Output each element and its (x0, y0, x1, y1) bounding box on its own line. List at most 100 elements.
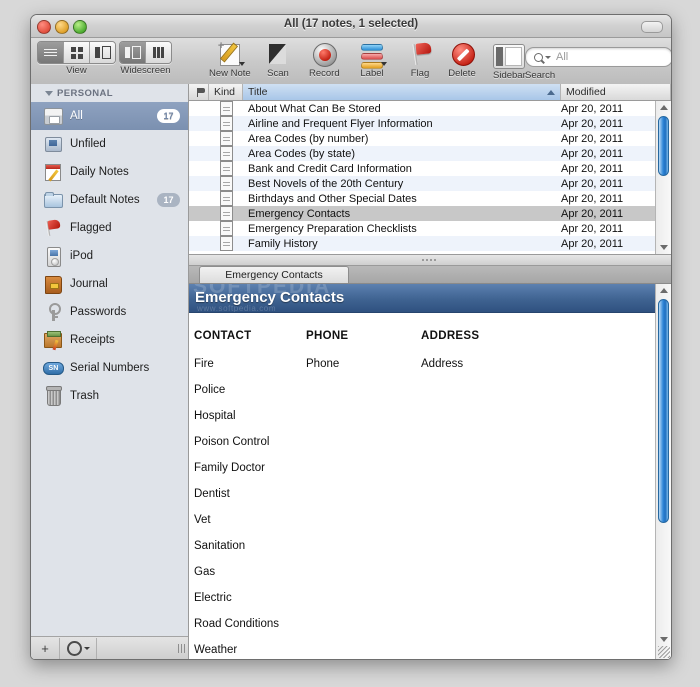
table-row[interactable]: Bank and Credit Card Information Apr 20,… (189, 161, 671, 176)
sidebar-item-label: Receipts (70, 334, 115, 346)
note-list-scrollbar[interactable] (655, 101, 671, 254)
scan-icon (263, 41, 293, 67)
note-table-row: Road Conditions (194, 611, 656, 637)
new-note-control[interactable]: + New Note (209, 41, 251, 80)
table-row[interactable]: Emergency Preparation Checklists Apr 20,… (189, 221, 671, 236)
note-document-icon (219, 146, 233, 161)
note-content[interactable]: CONTACT PHONE ADDRESS Fire Phone Address… (189, 313, 656, 659)
note-document-icon (219, 221, 233, 236)
note-title-banner: SOFTPEDIA Emergency Contacts www.softped… (189, 284, 671, 313)
label-control[interactable]: Label (357, 41, 387, 79)
window-resize-grip[interactable] (658, 646, 670, 658)
note-cell-contact: Electric (194, 592, 232, 604)
sidebar-item-journal[interactable]: Journal (31, 270, 188, 298)
row-modified-cell: Apr 20, 2011 (561, 237, 624, 250)
sidebar-resize-grip[interactable] (177, 643, 185, 653)
scroll-up-arrow[interactable] (656, 284, 671, 297)
keys-icon (43, 302, 63, 322)
delete-icon (447, 41, 477, 67)
sidebar-item-passwords[interactable]: Passwords (31, 298, 188, 326)
table-row[interactable]: Area Codes (by number) Apr 20, 2011 (189, 131, 671, 146)
row-title-cell: Best Novels of the 20th Century (248, 177, 404, 190)
plus-icon: + (41, 640, 49, 656)
sidebar-item-trash[interactable]: Trash (31, 382, 188, 410)
record-control[interactable]: Record (309, 41, 340, 79)
sidebar-item-serial-numbers[interactable]: SN Serial Numbers (31, 354, 188, 382)
table-row[interactable]: Birthdays and Other Special Dates Apr 20… (189, 191, 671, 206)
tab-emergency-contacts[interactable]: Emergency Contacts (199, 266, 349, 283)
flag-label: Flag (410, 68, 430, 79)
sidebar-item-label: iPod (70, 250, 94, 262)
scan-control[interactable]: Scan (263, 41, 293, 79)
serial-number-icon: SN (43, 358, 64, 378)
sidebar-actions-button[interactable] (60, 637, 97, 659)
row-kind-cell (209, 146, 243, 161)
view-columns-button[interactable] (90, 42, 115, 63)
horizontal-splitter[interactable] (189, 255, 671, 266)
column-header-title[interactable]: Title (243, 84, 561, 100)
search-control: All Search (525, 47, 671, 81)
sidebar-label: Sidebar (493, 70, 526, 81)
chevron-down-icon[interactable] (545, 55, 551, 59)
widescreen-segmented-control[interactable] (119, 41, 172, 64)
search-label: Search (525, 70, 556, 81)
row-modified-cell: Apr 20, 2011 (561, 102, 624, 115)
list-icon (44, 47, 57, 58)
sidebar-footer: + (31, 636, 188, 659)
sidebar-item-unfiled[interactable]: Unfiled (31, 130, 188, 158)
note-document-icon (219, 161, 233, 176)
table-row[interactable]: Family History Apr 20, 2011 (189, 236, 671, 251)
sidebar-item-default-notes[interactable]: Default Notes 17 (31, 186, 188, 214)
scroll-up-arrow[interactable] (656, 101, 671, 114)
scrollbar-thumb[interactable] (658, 299, 669, 523)
row-modified-cell: Apr 20, 2011 (561, 192, 624, 205)
column-header-kind[interactable]: Kind (209, 84, 243, 100)
view-list-button[interactable] (38, 42, 64, 63)
scroll-down-arrow[interactable] (656, 633, 671, 646)
scan-label: Scan (267, 68, 289, 79)
view-icons-button[interactable] (64, 42, 90, 63)
row-kind-cell (209, 131, 243, 146)
sidebar-item-flagged[interactable]: Flagged (31, 214, 188, 242)
table-row[interactable]: Best Novels of the 20th Century Apr 20, … (189, 176, 671, 191)
sidebar-item-daily-notes[interactable]: Daily Notes (31, 158, 188, 186)
note-cell-contact: Vet (194, 514, 211, 526)
sidebar-item-all[interactable]: All 17 (31, 102, 188, 130)
view-segmented-control[interactable] (37, 41, 116, 64)
note-table-row: Weather (194, 637, 656, 659)
toolbar-toggle-button[interactable] (641, 21, 663, 33)
label-icon (357, 41, 387, 69)
table-row-selected[interactable]: Emergency Contacts Apr 20, 2011 (189, 206, 671, 221)
note-cell-contact: Weather (194, 644, 238, 656)
column-header-flag[interactable] (189, 84, 209, 100)
row-kind-cell (209, 101, 243, 116)
flag-icon (43, 218, 63, 238)
sidebar-toggle-icon (493, 44, 526, 69)
layout-columns-button[interactable] (146, 42, 171, 63)
add-folder-button[interactable]: + (31, 637, 60, 659)
table-row[interactable]: About What Can Be Stored Apr 20, 2011 (189, 101, 671, 116)
table-row[interactable]: Airline and Frequent Flyer Information A… (189, 116, 671, 131)
column-header-modified[interactable]: Modified (561, 84, 671, 100)
tab-bar: Emergency Contacts (189, 266, 671, 284)
sidebar-control[interactable]: Sidebar (493, 41, 526, 81)
note-table-row: Police (194, 377, 656, 403)
row-title-cell: Birthdays and Other Special Dates (248, 192, 417, 205)
sidebar-item-ipod[interactable]: iPod (31, 242, 188, 270)
flag-control[interactable]: Flag (405, 41, 435, 79)
search-field[interactable]: All (525, 47, 671, 67)
note-cell-contact: Fire (194, 358, 214, 370)
row-title-cell: Emergency Preparation Checklists (248, 222, 417, 235)
scrollbar-thumb[interactable] (658, 116, 669, 176)
scroll-down-arrow[interactable] (656, 241, 671, 254)
flag-icon (405, 41, 435, 67)
table-row[interactable]: Area Codes (by state) Apr 20, 2011 (189, 146, 671, 161)
delete-control[interactable]: Delete (447, 41, 477, 79)
chevron-down-icon[interactable] (45, 91, 53, 96)
note-scrollbar[interactable] (655, 284, 671, 659)
sidebar-item-badge: 17 (157, 109, 180, 123)
row-modified-cell: Apr 20, 2011 (561, 177, 624, 190)
sidebar-section-header[interactable]: PERSONAL (31, 84, 188, 102)
layout-split-button[interactable] (120, 42, 146, 63)
sidebar-item-receipts[interactable]: Receipts (31, 326, 188, 354)
